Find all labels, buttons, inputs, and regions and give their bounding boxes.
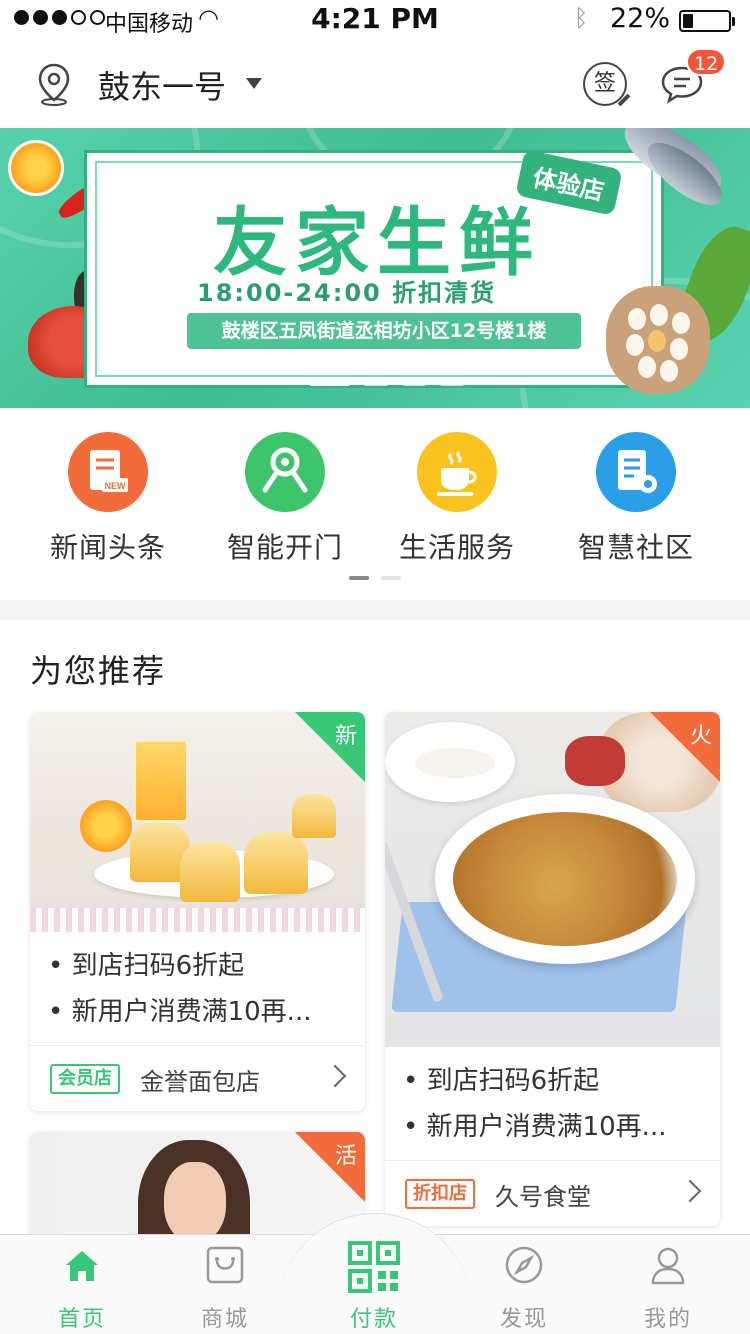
chevron-down-icon[interactable] xyxy=(246,78,262,89)
shop-icon xyxy=(206,1246,244,1284)
battery-percent: 22% xyxy=(610,3,671,34)
quick-menu-pager xyxy=(349,576,401,580)
menu-label-smart-door: 智能开门 xyxy=(226,531,343,564)
tab-label: 付款 xyxy=(349,1307,398,1332)
message-count-badge: 12 xyxy=(686,48,727,76)
coffee-icon xyxy=(417,432,497,512)
tab-label: 发现 xyxy=(499,1307,548,1332)
new-ribbon: 新 xyxy=(295,712,365,782)
ribbon-label: 新 xyxy=(334,724,357,749)
chevron-right-icon xyxy=(323,1064,347,1088)
menu-label-news: 新闻头条 xyxy=(49,531,166,564)
egg-basket-image xyxy=(606,286,710,394)
recommend-card-activity[interactable]: 活 xyxy=(30,1132,365,1234)
banner-address: 鼓楼区五凤街道丞相坊小区12号楼1楼 xyxy=(187,313,581,349)
tab-label: 我的 xyxy=(643,1307,692,1332)
qrcode-icon xyxy=(348,1241,400,1293)
card-footer[interactable]: 折扣店 久号食堂 xyxy=(385,1160,720,1226)
shop-name: 久号食堂 xyxy=(495,1183,591,1211)
promo-line: • 到店扫码6折起 xyxy=(403,1066,600,1096)
recommend-section: 为您推荐 新 • 到店扫码6折起 • 新用户消费满10再... 会员店 金誉面包… xyxy=(0,620,750,1234)
tab-label: 商城 xyxy=(200,1307,249,1332)
section-title: 为您推荐 xyxy=(30,652,167,690)
svg-text:NEW: NEW xyxy=(105,481,127,491)
promo-line: • 新用户消费满10再... xyxy=(403,1112,667,1142)
quick-menu: NEW 新闻头条 智能开门 生活服务 智慧社区 xyxy=(0,408,750,600)
banner-hours: 18:00-24:00 折扣清货 xyxy=(197,279,497,307)
store-type-badge: 折扣店 xyxy=(405,1179,475,1209)
community-selector[interactable]: 鼓东一号 xyxy=(98,62,226,108)
community-icon xyxy=(596,432,676,512)
location-pin-icon[interactable] xyxy=(36,62,72,106)
tab-home[interactable]: 首页 xyxy=(22,1245,142,1333)
activity-ribbon: 活 xyxy=(295,1132,365,1202)
recommend-card-canteen[interactable]: 火 • 到店扫码6折起 • 新用户消费满10再... 折扣店 久号食堂 xyxy=(385,712,720,1226)
card-promos: • 到店扫码6折起 • 新用户消费满10再... xyxy=(403,1058,666,1150)
check-in-button[interactable]: 签 xyxy=(583,62,627,106)
hot-ribbon: 火 xyxy=(650,712,720,782)
tab-profile[interactable]: 我的 xyxy=(608,1245,728,1333)
menu-item-life-service[interactable]: 生活服务 xyxy=(367,432,547,566)
bottom-tab-bar: 首页 商城 付款 发现 我的 xyxy=(0,1213,750,1334)
top-header: 鼓东一号 签 12 xyxy=(0,40,750,128)
banner-pager xyxy=(310,382,464,386)
ribbon-label: 火 xyxy=(689,724,712,749)
menu-item-smart-door[interactable]: 智能开门 xyxy=(195,432,375,566)
promo-line: • 新用户消费满10再... xyxy=(48,997,312,1027)
store-type-badge: 会员店 xyxy=(50,1064,120,1094)
card-footer[interactable]: 会员店 金誉面包店 xyxy=(30,1045,365,1111)
promo-line: • 到店扫码6折起 xyxy=(48,951,245,981)
tab-label: 首页 xyxy=(57,1307,106,1332)
recommend-card-bakery[interactable]: 新 • 到店扫码6折起 • 新用户消费满10再... 会员店 金誉面包店 xyxy=(30,712,365,1111)
news-icon: NEW xyxy=(68,432,148,512)
ribbon-label: 活 xyxy=(334,1144,357,1169)
promo-banner[interactable]: 友家生鲜 体验店 18:00-24:00 折扣清货 鼓楼区五凤街道丞相坊小区12… xyxy=(0,128,750,408)
profile-icon xyxy=(651,1247,685,1285)
home-icon xyxy=(66,1251,98,1281)
menu-item-smart-community[interactable]: 智慧社区 xyxy=(546,432,726,566)
compass-icon xyxy=(505,1246,543,1284)
tab-pay[interactable]: 付款 xyxy=(314,1241,434,1333)
key-icon xyxy=(245,432,325,512)
tab-discover[interactable]: 发现 xyxy=(464,1245,584,1333)
menu-label-life-service: 生活服务 xyxy=(398,531,515,564)
shop-name: 金誉面包店 xyxy=(140,1068,260,1096)
menu-item-news[interactable]: NEW 新闻头条 xyxy=(18,432,198,566)
tab-shop[interactable]: 商城 xyxy=(165,1245,285,1333)
bluetooth-icon: ᛒ xyxy=(574,4,589,32)
orange-image xyxy=(8,140,64,196)
battery-icon xyxy=(679,10,735,32)
menu-label-smart-community: 智慧社区 xyxy=(577,531,694,564)
banner-panel: 友家生鲜 体验店 18:00-24:00 折扣清货 鼓楼区五凤街道丞相坊小区12… xyxy=(84,149,664,388)
card-promos: • 到店扫码6折起 • 新用户消费满10再... xyxy=(48,943,311,1035)
status-bar: 中国移动 ◠ 4:21 PM ᛒ 22% xyxy=(0,0,750,40)
chevron-right-icon xyxy=(678,1179,702,1203)
